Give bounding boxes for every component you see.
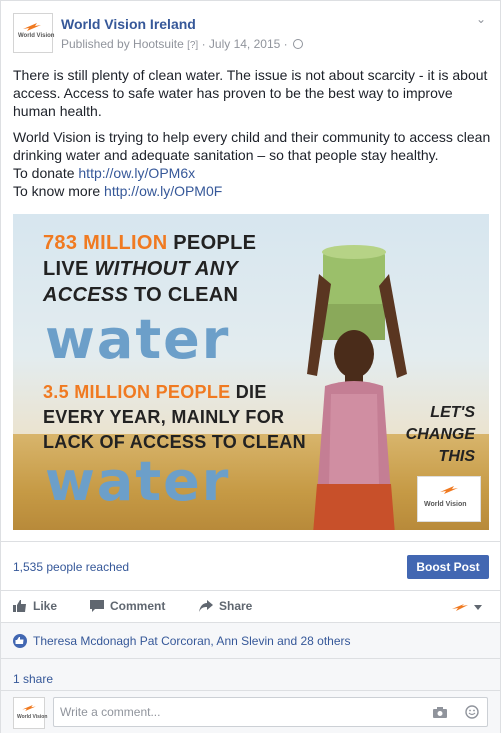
like-reaction-icon [13,634,27,648]
chevron-down-icon[interactable]: ⌄ [476,13,488,25]
donate-label: To donate [13,165,75,181]
avatar-logo-text: World Vision [18,33,55,39]
world-vision-logo: World Vision [417,476,481,522]
comment-label: Comment [110,599,166,613]
share-button[interactable]: Share [199,599,252,613]
post-body: There is still plenty of clean water. Th… [13,66,491,208]
world-vision-logo-icon [440,486,458,494]
likes-row: Theresa Mcdonagh Pat Corcoran, Ann Slevi… [1,622,500,659]
girl-with-bucket-illustration [307,245,407,530]
headline-orange: 3.5 MILLION PEOPLE [43,382,231,402]
comment-input[interactable] [53,697,488,727]
post-card: ⌄ World Vision World Vision Ireland Publ… [0,0,501,733]
post-meta: Published by Hootsuite [?] · July 14, 20… [61,37,303,51]
boost-post-button[interactable]: Boost Post [407,555,489,579]
comment-composer: World Vision [1,690,500,733]
page-name[interactable]: World Vision Ireland [61,16,196,32]
comment-button[interactable]: Comment [90,599,165,613]
shares-row: 1 share [1,658,500,691]
headline-text: TO CLEAN [134,284,239,306]
camera-icon[interactable] [433,707,447,718]
donate-link[interactable]: http://ow.ly/OPM6x [78,165,195,181]
world-vision-logo-icon [23,23,41,31]
post-paragraph-text: World Vision is trying to help every chi… [13,129,491,163]
commenter-avatar: World Vision [13,697,48,729]
post-paragraph: There is still plenty of clean water. Th… [13,67,488,119]
page-selector-icon[interactable] [450,601,486,613]
people-reached-link[interactable]: 1,535 people reached [13,560,129,574]
post-date[interactable]: July 14, 2015 [209,37,280,51]
comment-icon [90,600,104,612]
water-word: water [45,308,231,371]
world-vision-logo-icon [22,705,36,711]
page-avatar[interactable]: World Vision [13,13,55,53]
headline-line: 3.5 MILLION PEOPLE DIE [43,382,267,403]
commenter-avatar-text: World Vision [17,714,48,720]
headline-line: EVERY YEAR, MAINLY FOR [43,407,285,427]
help-bracket[interactable]: [?] [187,40,198,51]
headline-text: PEOPLE [173,232,257,254]
thumbs-up-icon [13,600,26,612]
this-text: THIS [438,448,475,465]
headline-orange: 783 MILLION [43,232,168,254]
headline-emphasis: WITHOUT ANY [94,258,239,280]
globe-icon[interactable] [292,38,303,49]
action-bar: Like Comment Share [1,590,500,622]
water-word: water [45,450,231,513]
headline-text: LIVE [43,258,89,280]
headline-text: DIE [235,382,267,402]
share-label: Share [219,599,253,613]
headline-emphasis: ACCESS [43,284,129,306]
meta-separator: · [201,37,206,51]
like-label: Like [33,599,58,613]
emoji-icon[interactable] [465,705,479,719]
like-button[interactable]: Like [13,599,57,613]
more-label: To know more [13,183,101,199]
headline-line: ACCESS TO CLEAN [43,284,238,307]
shares-link[interactable]: 1 share [13,672,53,686]
post-paragraph: World Vision is trying to help every chi… [13,128,491,200]
share-arrow-icon [199,600,213,612]
post-header: World Vision World Vision Ireland Publis… [13,13,473,53]
published-by: Published by Hootsuite [61,37,184,51]
post-image[interactable]: 783 MILLION PEOPLE LIVE WITHOUT ANY ACCE… [13,214,489,530]
headline-line: LIVE WITHOUT ANY [43,258,238,281]
reach-bar: 1,535 people reached Boost Post [1,541,500,591]
likers-link[interactable]: Theresa Mcdonagh Pat Corcoran, Ann Slevi… [33,634,351,648]
more-link[interactable]: http://ow.ly/OPM0F [104,183,222,199]
logo-text: World Vision [424,501,467,508]
change-text: CHANGE [405,426,475,443]
lets-text: LET'S [430,404,475,421]
headline-line: 783 MILLION PEOPLE [43,232,256,255]
meta-separator: · [283,37,288,51]
